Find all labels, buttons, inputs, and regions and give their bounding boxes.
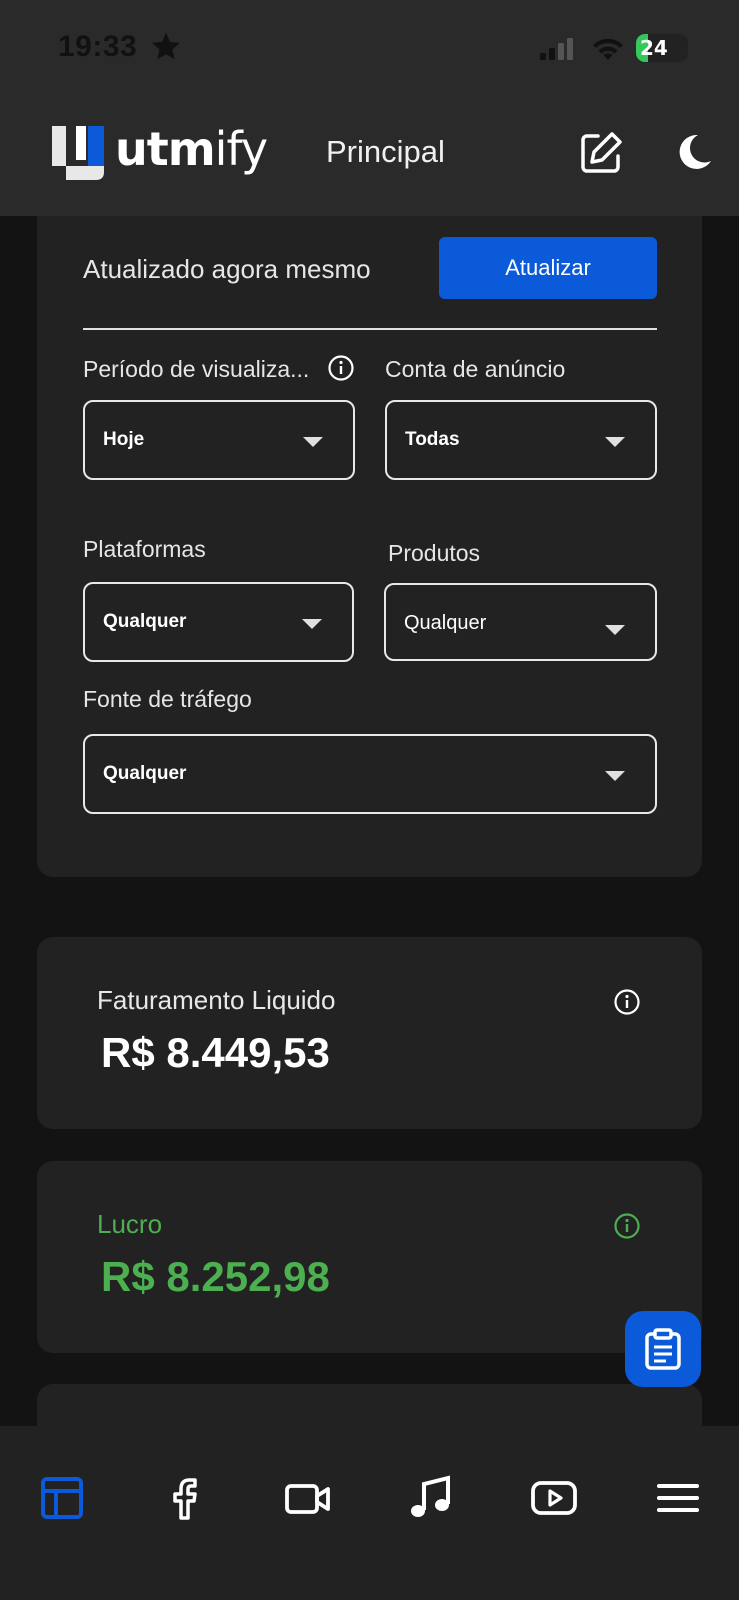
- chevron-down-icon: [302, 619, 322, 629]
- period-value: Hoje: [103, 429, 145, 450]
- filter-panel: Atualizado agora mesmo Atualizar Período…: [37, 216, 702, 877]
- video-icon[interactable]: [284, 1474, 332, 1522]
- profit-value: R$ 8.252,98: [101, 1253, 330, 1300]
- logo-wordmark: utmify: [115, 122, 268, 176]
- products-value: Qualquer: [404, 612, 487, 634]
- utmify-logo-icon: [52, 126, 104, 180]
- dashboard-icon[interactable]: [38, 1474, 86, 1522]
- clipboard-icon: [645, 1328, 681, 1370]
- star-icon: [152, 32, 180, 60]
- youtube-icon[interactable]: [530, 1474, 578, 1522]
- page-title: Principal: [326, 134, 445, 169]
- app-header: 19:33 24 utmify Principal: [0, 0, 739, 216]
- ad-account-select[interactable]: Todas: [385, 400, 657, 480]
- battery-percent: 24: [640, 36, 668, 60]
- period-select[interactable]: Hoje: [83, 400, 355, 480]
- info-icon[interactable]: [327, 354, 355, 382]
- ad-account-label: Conta de anúncio: [385, 356, 566, 382]
- platforms-value: Qualquer: [103, 611, 187, 632]
- platforms-select[interactable]: Qualquer: [83, 582, 354, 662]
- chevron-down-icon: [605, 437, 625, 447]
- moon-icon[interactable]: [672, 132, 714, 174]
- net-revenue-label: Faturamento Liquido: [97, 985, 336, 1015]
- divider: [83, 328, 657, 330]
- status-time: 19:33: [58, 30, 138, 63]
- profit-card: Lucro R$ 8.252,98: [37, 1161, 702, 1353]
- ad-account-value: Todas: [405, 429, 460, 450]
- last-updated-text: Atualizado agora mesmo: [83, 254, 371, 284]
- products-select[interactable]: Qualquer: [384, 583, 657, 661]
- traffic-source-label: Fonte de tráfego: [83, 686, 252, 712]
- music-icon[interactable]: [406, 1474, 454, 1522]
- edit-icon[interactable]: [578, 130, 624, 176]
- info-icon[interactable]: [613, 988, 641, 1016]
- menu-icon[interactable]: [654, 1474, 702, 1522]
- logo-light: ify: [214, 122, 268, 176]
- chevron-down-icon: [303, 437, 323, 447]
- battery-indicator: 24: [636, 34, 688, 62]
- logo-bold: utm: [115, 122, 216, 176]
- net-revenue-card: Faturamento Liquido R$ 8.449,53: [37, 937, 702, 1129]
- chevron-down-icon: [605, 771, 625, 781]
- report-button[interactable]: [625, 1311, 701, 1387]
- profit-label: Lucro: [97, 1209, 163, 1239]
- signal-icon: [540, 38, 573, 60]
- facebook-icon[interactable]: [161, 1474, 209, 1522]
- period-label: Período de visualiza...: [83, 356, 310, 382]
- traffic-source-select[interactable]: Qualquer: [83, 734, 657, 814]
- bottom-navigation: [0, 1426, 739, 1600]
- traffic-source-value: Qualquer: [103, 763, 187, 784]
- chevron-down-icon: [605, 625, 625, 635]
- net-revenue-value: R$ 8.449,53: [101, 1029, 330, 1076]
- info-icon[interactable]: [613, 1212, 641, 1240]
- refresh-button[interactable]: Atualizar: [439, 237, 657, 299]
- wifi-icon: [593, 38, 623, 60]
- products-label: Produtos: [388, 540, 481, 566]
- platforms-label: Plataformas: [83, 536, 206, 562]
